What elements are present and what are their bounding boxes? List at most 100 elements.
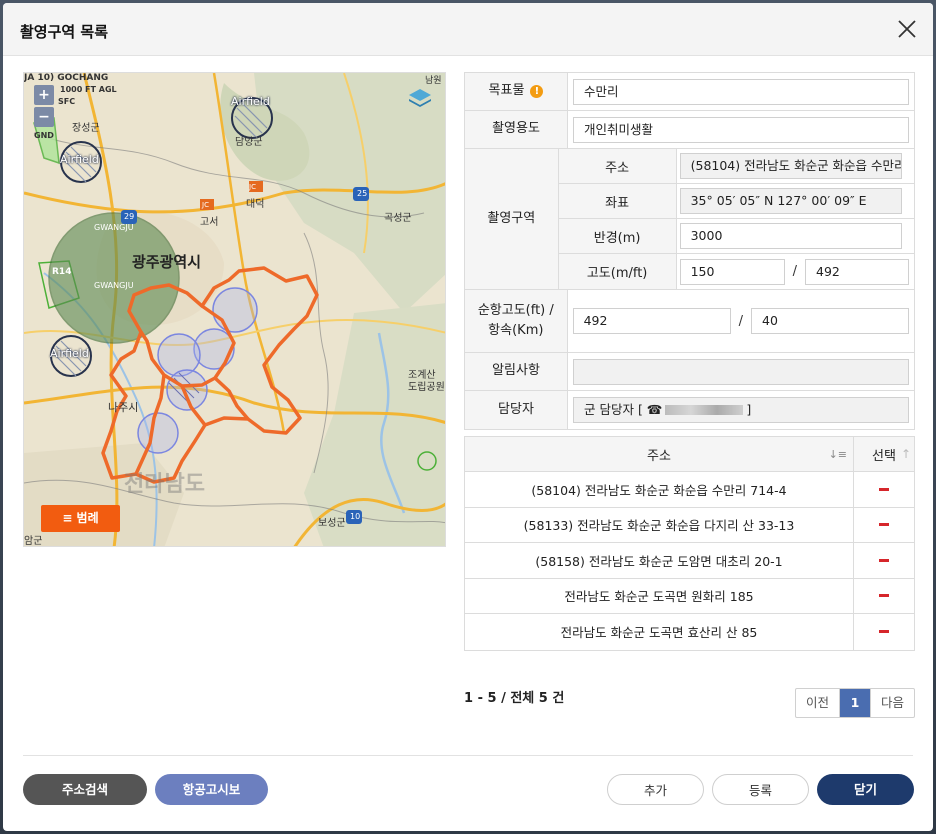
- map-label-jangseong: 장성군: [72, 123, 100, 134]
- area-row: 촬영구역 주소 (58104) 전라남도 화순군 화순읍 수만리 좌표 35° …: [465, 149, 914, 290]
- map-label-joseon: 조계산 도립공원: [408, 370, 445, 393]
- sort-icon[interactable]: ↓≡: [829, 448, 847, 461]
- table-row: (58158) 전라남도 화순군 도암면 대초리 20-1: [465, 543, 914, 579]
- altitude-separator: /: [792, 264, 797, 279]
- remove-row-button[interactable]: [879, 558, 889, 562]
- close-button[interactable]: 닫기: [817, 774, 914, 805]
- next-page-button[interactable]: 다음: [870, 689, 914, 717]
- air-notice-button[interactable]: 항공고시보: [155, 774, 268, 805]
- address-table-header: 주소 ↓≡ 선택 ↑: [465, 437, 914, 472]
- register-button[interactable]: 등록: [712, 774, 809, 805]
- manager-prefix: 군 담당자 [ ☎: [584, 402, 663, 417]
- radius-subrow: 반경(m) 3000: [558, 219, 914, 254]
- address-search-button[interactable]: 주소검색: [23, 774, 147, 805]
- column-select-label: 선택: [872, 448, 896, 464]
- target-row: 목표물 ! 수만리: [465, 73, 914, 111]
- notice-label: 알림사항: [465, 353, 568, 390]
- table-row: 전라남도 화순군 도곡면 효산리 산 85: [465, 614, 914, 650]
- address-table: 주소 ↓≡ 선택 ↑ (58104) 전라남도 화순군 화순읍 수만리 714-…: [464, 436, 915, 651]
- map-label-goseo: 고서: [200, 217, 219, 228]
- area-label: 촬영구역: [465, 149, 559, 289]
- manager-label: 담당자: [465, 391, 568, 429]
- map-view[interactable]: JA 10) GOCHANG 1000 FT AGL SFC GND 장성군 담…: [23, 72, 446, 547]
- area-subtable: 주소 (58104) 전라남도 화순군 화순읍 수만리 좌표 35° 05′ 0…: [558, 149, 914, 289]
- altitude-m-input[interactable]: 150: [679, 258, 785, 285]
- map-label-gnd: GND: [34, 131, 54, 140]
- zoom-out-button[interactable]: −: [34, 107, 54, 127]
- purpose-label: 촬영용도: [465, 111, 568, 148]
- map-label-naju: 나주시: [108, 401, 139, 414]
- remove-row-button[interactable]: [879, 523, 889, 527]
- cruise-row: 순항고도(ft) / 항속(Km) 492 / 40: [465, 290, 914, 353]
- column-address[interactable]: 주소 ↓≡: [465, 437, 854, 471]
- column-address-label: 주소: [647, 448, 671, 464]
- map-label-daedeok: 대덕: [246, 199, 265, 210]
- row-address: 전라남도 화순군 도곡면 효산리 산 85: [465, 614, 854, 650]
- map-label-airfield-1: Airfield: [231, 95, 270, 108]
- map-label-agl: 1000 FT AGL: [60, 85, 117, 94]
- map-label-airfield-3: Airfield: [50, 347, 89, 360]
- map-label-jc-1: JC: [249, 183, 256, 191]
- shooting-info-form: 목표물 ! 수만리 촬영용도 개인취미생활 촬영구역 주소 (58104) 전라…: [464, 72, 915, 430]
- purpose-input[interactable]: 개인취미생활: [573, 116, 909, 143]
- coord-subrow: 좌표 35° 05′ 05″ N 127° 00′ 09″ E: [558, 184, 914, 219]
- row-address: (58158) 전라남도 화순군 도암면 대초리 20-1: [465, 543, 854, 578]
- redacted-phone: [665, 405, 744, 415]
- manager-suffix: ]: [746, 402, 752, 417]
- altitude-subrow: 고도(m/ft) 150 / 492: [558, 254, 914, 289]
- notice-field: [573, 358, 909, 385]
- remove-row-button[interactable]: [879, 487, 889, 491]
- page-1-button[interactable]: 1: [840, 689, 870, 717]
- table-row: (58104) 전라남도 화순군 화순읍 수만리 714-4: [465, 472, 914, 508]
- row-address: (58104) 전라남도 화순군 화순읍 수만리 714-4: [465, 472, 854, 507]
- map-label-airfield-2: Airfield: [60, 153, 99, 166]
- zoom-in-button[interactable]: +: [34, 85, 54, 105]
- map-label-gwangju-1: GWANGJU: [94, 223, 134, 232]
- remove-row-button[interactable]: [879, 594, 889, 598]
- table-row: (58133) 전라남도 화순군 화순읍 다지리 산 33-13: [465, 507, 914, 543]
- cruise-altitude-input[interactable]: 492: [572, 308, 731, 334]
- close-icon[interactable]: [897, 19, 917, 39]
- cruise-label: 순항고도(ft) / 항속(Km): [465, 290, 568, 352]
- map-label-amgun: 암군: [24, 536, 43, 547]
- layers-icon[interactable]: [407, 85, 433, 111]
- pagination: 이전 1 다음: [795, 688, 915, 718]
- column-select[interactable]: 선택 ↑: [854, 437, 914, 471]
- footer-divider: [23, 755, 913, 756]
- address-label: 주소: [558, 149, 677, 183]
- coord-label: 좌표: [558, 184, 677, 218]
- target-label: 목표물 !: [465, 73, 568, 110]
- modal-title: 촬영구역 목록: [20, 23, 109, 41]
- modal-header: 촬영구역 목록: [3, 3, 933, 56]
- row-address: (58133) 전라남도 화순군 화순읍 다지리 산 33-13: [465, 507, 854, 542]
- map-label-jeonnam: 전라남도: [124, 472, 205, 497]
- info-icon[interactable]: !: [530, 85, 544, 98]
- coord-field: 35° 05′ 05″ N 127° 00′ 09″ E: [679, 188, 902, 214]
- map-label-gochang: JA 10) GOCHANG: [24, 73, 109, 83]
- manager-row: 담당자 군 담당자 [ ☎ ]: [465, 391, 914, 429]
- map-label-r14: R14: [52, 267, 72, 277]
- prev-page-button[interactable]: 이전: [796, 689, 840, 717]
- paging-info: 1 - 5 / 전체 5 건: [464, 691, 565, 706]
- map-label-damyang: 담양군: [235, 137, 263, 148]
- target-input[interactable]: 수만리: [573, 78, 909, 105]
- sort-arrow-icon[interactable]: ↑: [901, 447, 911, 461]
- radius-input[interactable]: 3000: [679, 223, 902, 249]
- notice-row: 알림사항: [465, 353, 914, 391]
- remove-row-button[interactable]: [879, 630, 889, 634]
- map-label-boseong: 보성군: [318, 518, 346, 529]
- map-label-route25: 25: [357, 189, 368, 198]
- address-field: (58104) 전라남도 화순군 화순읍 수만리: [679, 153, 902, 179]
- map-label-gwangju-2: GWANGJU: [94, 281, 134, 290]
- map-label-gwangju-city: 광주광역시: [132, 253, 202, 271]
- altitude-ft-input[interactable]: 492: [805, 258, 909, 285]
- add-button[interactable]: 추가: [607, 774, 704, 805]
- purpose-row: 촬영용도 개인취미생활: [465, 111, 914, 149]
- manager-field: 군 담당자 [ ☎ ]: [573, 397, 909, 423]
- legend-button[interactable]: ≡ 범례: [41, 505, 120, 532]
- cruise-speed-input[interactable]: 40: [751, 308, 909, 334]
- shooting-area-modal: 촬영구역 목록 JA 10) GOCHANG 1000 FT AGL SFC G…: [3, 3, 933, 831]
- altitude-label: 고도(m/ft): [558, 254, 677, 289]
- map-label-jc-2: JC: [202, 201, 209, 209]
- address-subrow: 주소 (58104) 전라남도 화순군 화순읍 수만리: [558, 149, 914, 184]
